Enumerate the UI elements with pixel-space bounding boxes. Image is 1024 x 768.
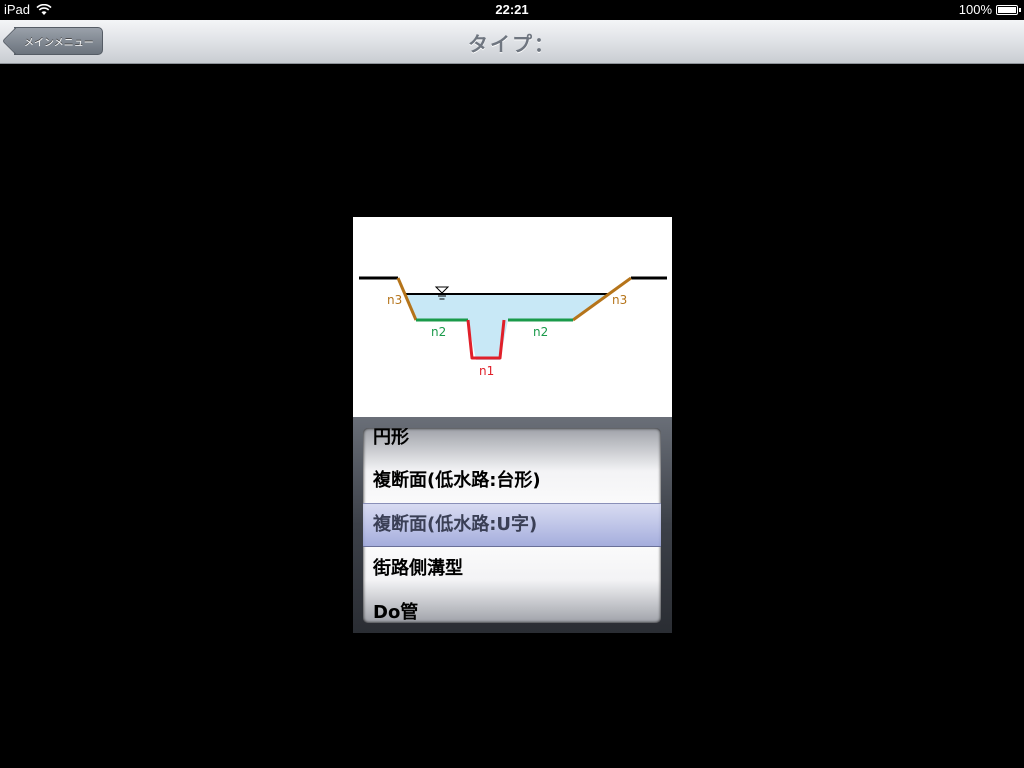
back-button-label: メインメニュー	[24, 37, 94, 49]
label-left-slope: n3	[387, 293, 402, 307]
label-right-slope: n3	[612, 293, 627, 307]
battery-fill	[998, 6, 1016, 13]
navigation-bar: メインメニュー タイプ：	[0, 20, 1024, 64]
cross-section-svg: n3 n3 n2 n2 n1	[359, 276, 667, 378]
status-right: 100%	[958, 2, 1021, 17]
cross-section-diagram: n3 n3 n2 n2 n1	[353, 217, 672, 417]
picker-item[interactable]: 複断面(低水路:台形)	[373, 459, 653, 503]
type-picker[interactable]: 円形 複断面(低水路:台形) 複断面(低水路:U字) 街路側溝型 Do管	[353, 417, 672, 633]
picker-item[interactable]: Do管	[373, 591, 653, 623]
status-time: 22:21	[495, 2, 529, 17]
picker-wheel[interactable]: 円形 複断面(低水路:台形) 複断面(低水路:U字) 街路側溝型 Do管	[363, 428, 661, 623]
battery-percent: 100%	[958, 2, 992, 17]
label-right-berm: n2	[533, 325, 548, 339]
page-title: タイプ：	[468, 32, 556, 56]
status-bar: iPad 22:21 100%	[0, 0, 1024, 20]
label-channel: n1	[479, 364, 494, 378]
battery-icon	[996, 4, 1021, 15]
picker-item[interactable]: 街路側溝型	[373, 547, 653, 591]
label-left-berm: n2	[431, 325, 446, 339]
picker-item-selected[interactable]: 複断面(低水路:U字)	[373, 503, 653, 547]
picker-item[interactable]: 円形	[373, 428, 653, 460]
